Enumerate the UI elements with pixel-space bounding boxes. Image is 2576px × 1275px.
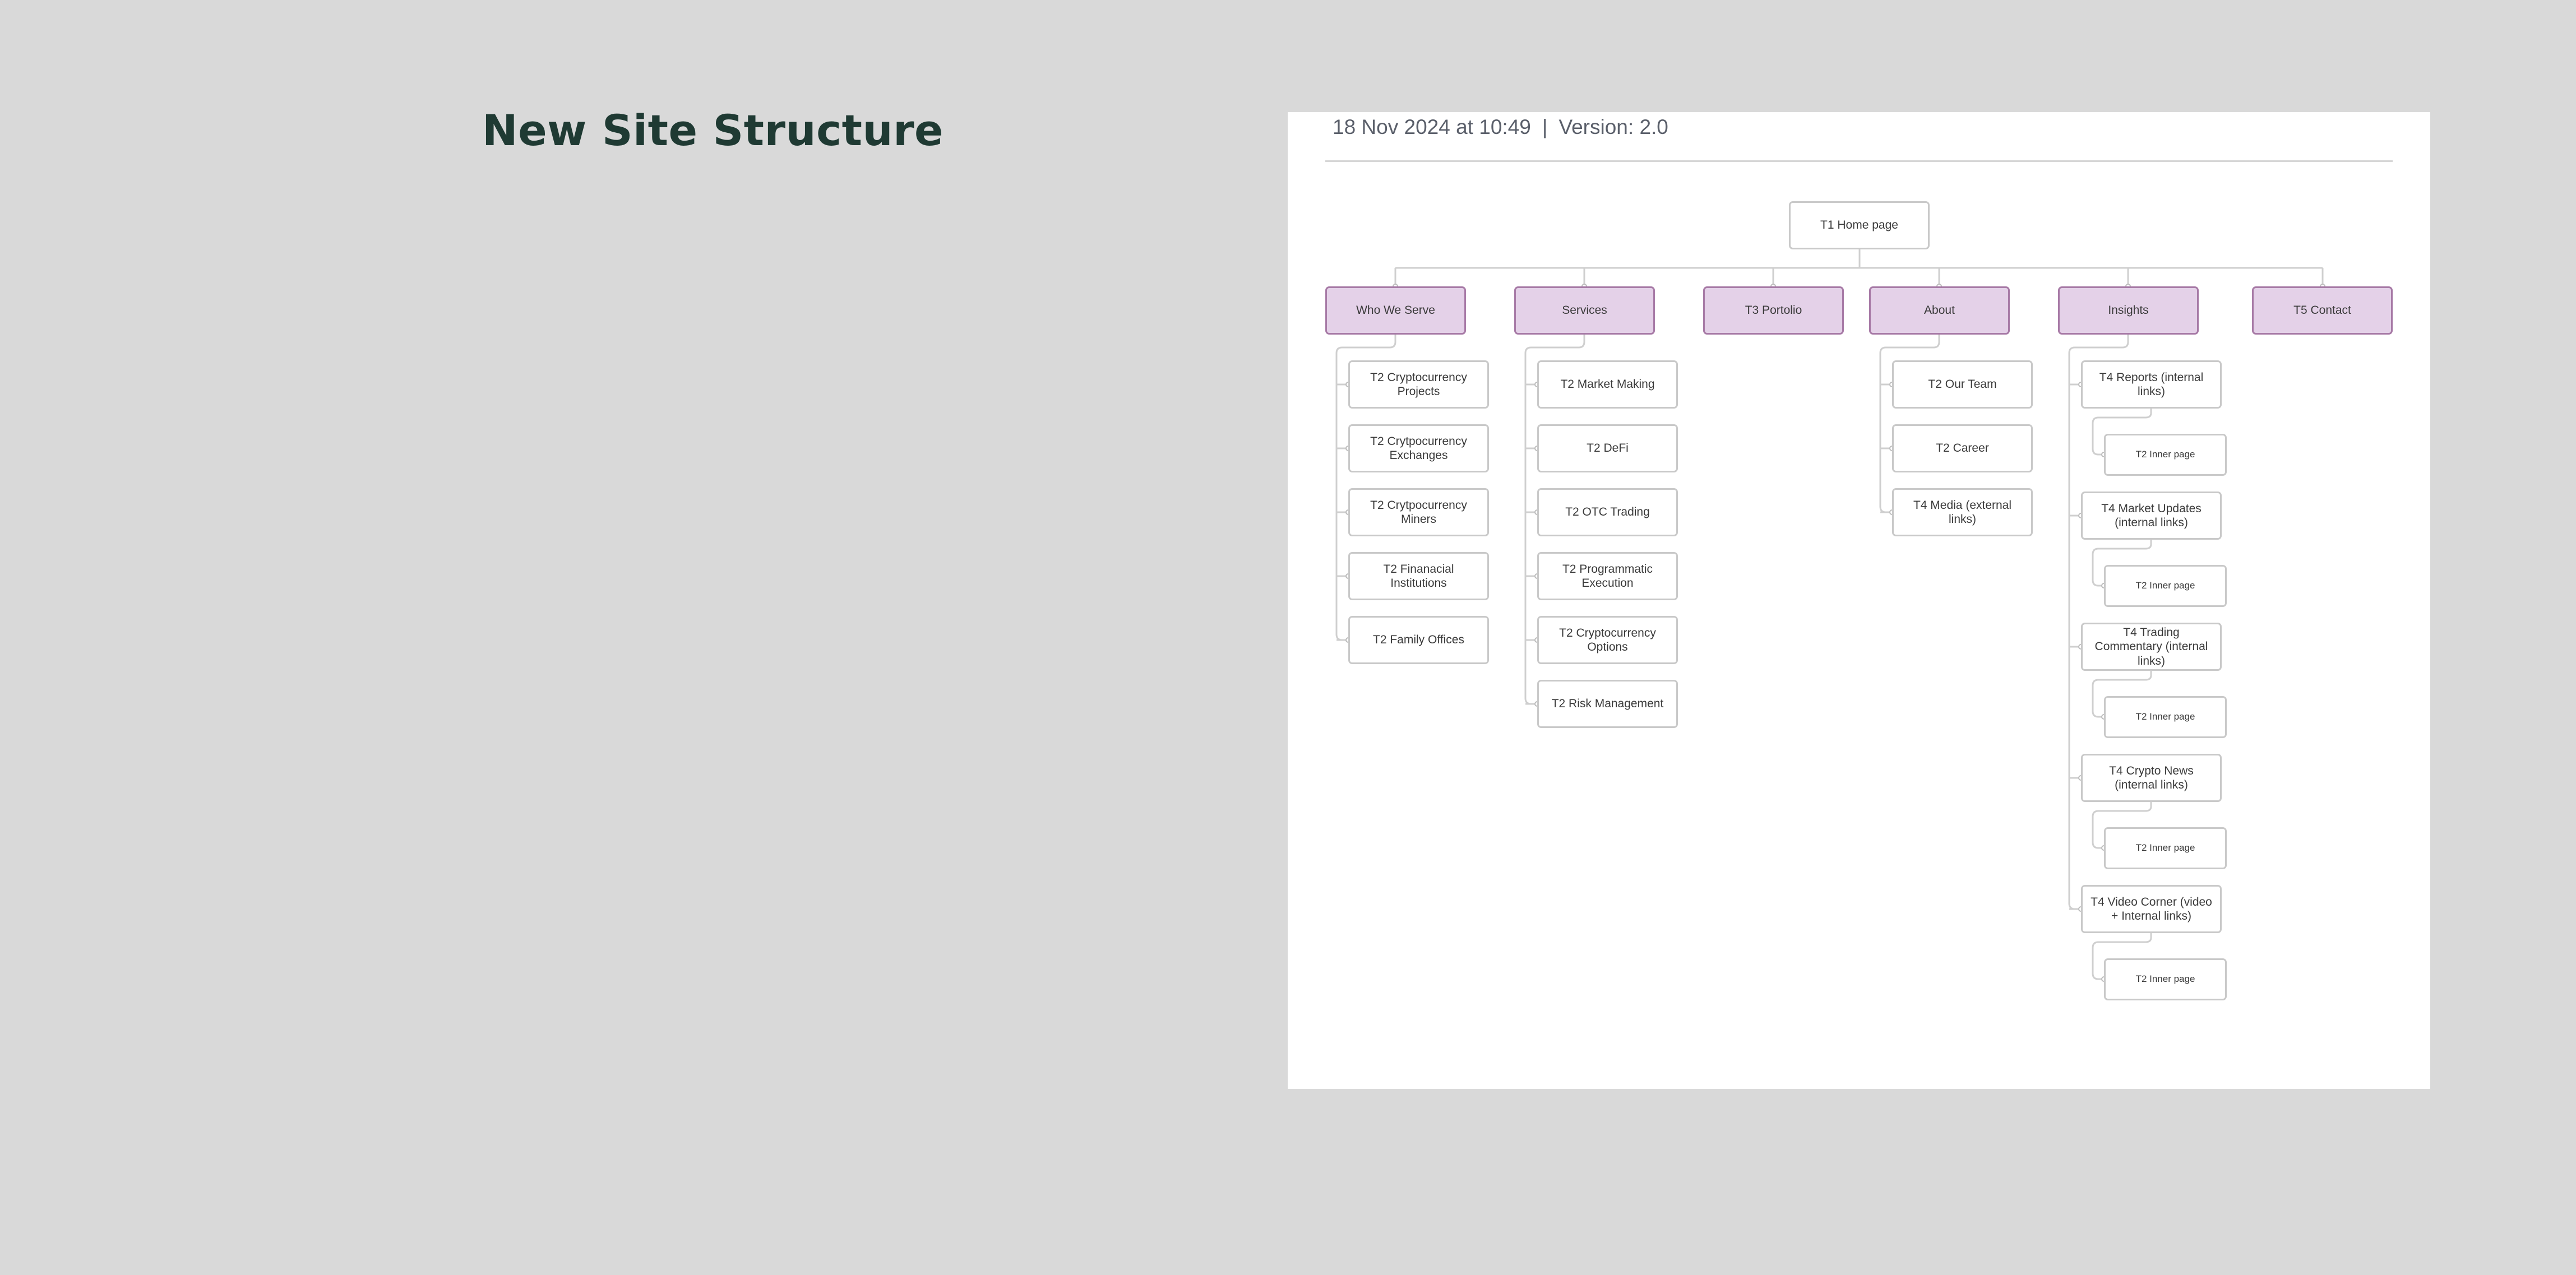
page-node[interactable]: T2 Risk Management [1537,680,1678,728]
page-node[interactable]: T2 DeFi [1537,424,1678,472]
date-text: 18 Nov 2024 at 10:49 [1333,115,1531,138]
page-node[interactable]: T2 Finanacial Institutions [1348,552,1489,600]
inner-page-label: T2 Inner page [2135,580,2195,591]
page-node-label: T2 Market Making [1560,378,1655,391]
page-node[interactable]: T2 OTC Trading [1537,488,1678,536]
page-node[interactable]: T4 Trading Commentary (internal links) [2081,623,2222,671]
sitemap-canvas: 18 Nov 2024 at 10:49 | Version: 2.0 T1 Hom… [1288,112,2430,1089]
page-node[interactable]: T2 Career [1892,424,2033,472]
page-node-label: T2 Crytpocurrency Miners [1370,498,1467,526]
page-node-label: T2 DeFi [1587,442,1629,455]
root-node-label: T1 Home page [1820,219,1898,232]
page-node-label: T2 OTC Trading [1565,506,1650,519]
inner-page-label: T2 Inner page [2135,842,2195,854]
section-label: Services [1562,304,1607,317]
page-node[interactable]: T4 Reports (internal links) [2081,360,2222,409]
meta-separator: | [1542,115,1548,138]
page-node[interactable]: T2 Market Making [1537,360,1678,409]
section-contact[interactable]: T5 Contact [2252,286,2393,335]
inner-page-node[interactable]: T2 Inner page [2104,696,2227,738]
connector-lines [1335,249,2325,982]
page-node-label: T2 Our Team [1928,378,1997,391]
inner-page-node[interactable]: T2 Inner page [2104,565,2227,607]
page-node-label: T4 Crypto News (internal links) [2109,764,2194,791]
page-node-label: T4 Video Corner (video + Internal links) [2091,895,2212,922]
section-about[interactable]: About [1869,286,2010,335]
section-label: Insights [2108,304,2149,317]
page-node-label: T2 Cryptocurrency Options [1559,626,1656,653]
section-portfolio[interactable]: T3 Portolio [1703,286,1844,335]
page-node-label: T2 Family Offices [1373,633,1464,647]
page-node[interactable]: T2 Family Offices [1348,616,1489,664]
inner-page-label: T2 Inner page [2135,973,2195,985]
page-node-label: T4 Media (external links) [1913,498,2012,526]
section-services[interactable]: Services [1514,286,1655,335]
page-node[interactable]: T4 Crypto News (internal links) [2081,754,2222,802]
section-label: T3 Portolio [1745,304,1802,317]
page-node[interactable]: T2 Cryptocurrency Projects [1348,360,1489,409]
version-info: 18 Nov 2024 at 10:49 | Version: 2.0 [1333,115,1668,139]
page-node[interactable]: T2 Cryptocurrency Options [1537,616,1678,664]
inner-page-node[interactable]: T2 Inner page [2104,958,2227,1000]
page-node[interactable]: T2 Crytpocurrency Exchanges [1348,424,1489,472]
page-node-label: T2 Crytpocurrency Exchanges [1370,434,1467,462]
section-insights[interactable]: Insights [2058,286,2199,335]
page-node-label: T4 Market Updates (internal links) [2101,502,2202,529]
page-node-label: T2 Finanacial Institutions [1383,562,1454,590]
section-label: About [1924,304,1955,317]
page-node[interactable]: T2 Crytpocurrency Miners [1348,488,1489,536]
inner-page-node[interactable]: T2 Inner page [2104,434,2227,476]
section-label: Who We Serve [1356,304,1435,317]
inner-page-node[interactable]: T2 Inner page [2104,827,2227,869]
page-node[interactable]: T4 Video Corner (video + Internal links) [2081,885,2222,933]
inner-page-label: T2 Inner page [2135,711,2195,722]
section-label: T5 Contact [2293,304,2351,317]
inner-page-label: T2 Inner page [2135,449,2195,460]
root-node[interactable]: T1 Home page [1789,201,1930,249]
page-node-label: T2 Programmatic Execution [1562,562,1653,590]
section-who-we-serve[interactable]: Who We Serve [1325,286,1466,335]
page-node[interactable]: T2 Our Team [1892,360,2033,409]
version-text: Version: 2.0 [1558,115,1668,138]
page-title: New Site Structure [482,105,944,155]
page-node[interactable]: T2 Programmatic Execution [1537,552,1678,600]
page-node[interactable]: T4 Media (external links) [1892,488,2033,536]
page-node-label: T4 Trading Commentary (internal links) [2094,626,2208,667]
page-node[interactable]: T4 Market Updates (internal links) [2081,492,2222,540]
page-node-label: T2 Risk Management [1551,697,1664,711]
header-divider [1325,160,2393,162]
page-node-label: T2 Career [1936,442,1989,455]
page-node-label: T2 Cryptocurrency Projects [1370,370,1467,398]
page-node-label: T4 Reports (internal links) [2099,370,2204,398]
